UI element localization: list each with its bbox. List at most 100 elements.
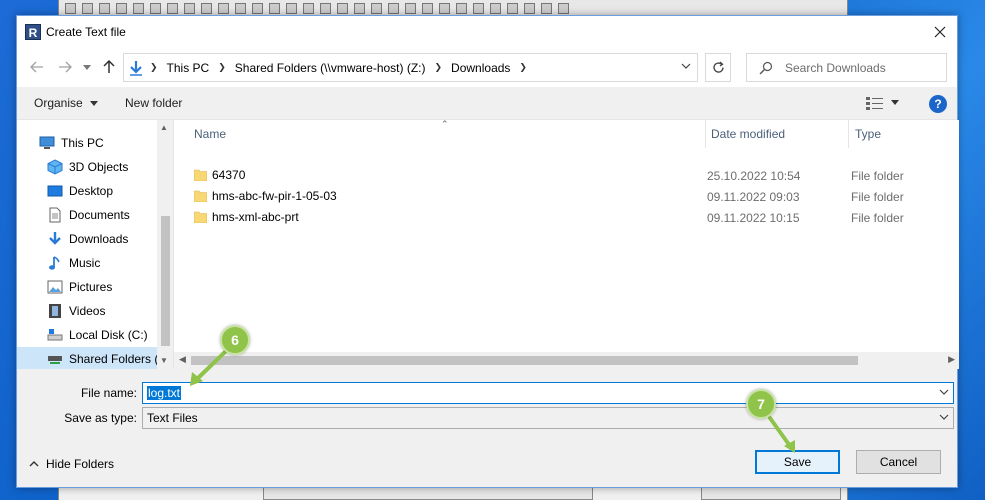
view-options-icon[interactable]	[866, 97, 884, 110]
nav-item-documents[interactable]: Documents	[47, 203, 173, 227]
nav-item-downloads[interactable]: Downloads	[47, 227, 173, 251]
command-bar: Organise New folder	[17, 87, 957, 120]
navigation-bar: ❯ This PC ❯ Shared Folders (\\vmware-host…	[17, 47, 957, 87]
view-dropdown-button[interactable]	[891, 97, 899, 107]
disk-icon	[47, 329, 63, 341]
hide-folders-label: Hide Folders	[46, 457, 115, 471]
download-arrow-icon	[130, 60, 142, 76]
refresh-button[interactable]	[705, 53, 731, 82]
file-name: hms-xml-abc-prt	[212, 210, 299, 224]
organise-label: Organise	[34, 96, 83, 110]
dialog-title: Create Text file	[46, 24, 126, 39]
scrollbar-thumb[interactable]	[161, 216, 170, 346]
create-text-file-dialog: R Create Text file ❯ This PC ❯ Shared Fol…	[16, 15, 959, 488]
file-name-input[interactable]: log.txt	[142, 382, 954, 404]
file-type: File folder	[851, 169, 904, 183]
file-date: 25.10.2022 10:54	[707, 169, 801, 183]
save-as-type-select[interactable]: Text Files	[142, 407, 954, 429]
help-button[interactable]: ?	[929, 95, 947, 113]
forward-button[interactable]	[55, 57, 75, 77]
new-folder-button[interactable]: New folder	[125, 96, 182, 110]
file-date: 09.11.2022 09:03	[707, 190, 800, 204]
scroll-right-icon[interactable]: ▶	[948, 354, 955, 365]
film-icon	[49, 304, 61, 318]
breadcrumb-downloads[interactable]: Downloads ❯	[451, 61, 536, 75]
desktop-icon	[47, 185, 63, 197]
chevron-down-icon	[939, 389, 949, 395]
cancel-button[interactable]: Cancel	[856, 450, 941, 474]
organise-button[interactable]: Organise	[34, 96, 99, 110]
column-header-name[interactable]: Name	[194, 120, 706, 148]
document-icon	[49, 207, 61, 223]
download-arrow-icon	[49, 232, 61, 245]
address-bar[interactable]: ❯ This PC ❯ Shared Folders (\\vmware-host…	[123, 53, 698, 82]
nav-item-desktop[interactable]: Desktop	[47, 179, 173, 203]
chevron-down-icon	[939, 414, 949, 420]
file-date: 09.11.2022 10:15	[707, 211, 800, 225]
network-drive-icon	[48, 356, 62, 364]
search-input[interactable]	[785, 60, 945, 75]
arrow-left-icon	[30, 61, 43, 73]
file-type: File folder	[851, 190, 904, 204]
chevron-up-icon	[29, 461, 39, 467]
music-note-icon	[49, 256, 60, 270]
file-row[interactable]: hms-abc-fw-pir-1-05-03 09.11.2022 09:03 …	[194, 186, 954, 207]
horizontal-scrollbar[interactable]: ◀ ▶	[174, 352, 959, 369]
breadcrumb-separator[interactable]: ❯	[150, 62, 167, 73]
folder-icon	[194, 169, 207, 181]
nav-item-local-disk[interactable]: Local Disk (C:)	[47, 323, 173, 347]
save-button[interactable]: Save	[755, 450, 840, 474]
nav-item-shared-folders[interactable]: Shared Folders (\	[17, 347, 162, 369]
navigation-scrollbar[interactable]: ▲ ▼	[157, 120, 173, 369]
arrow-right-icon	[59, 61, 72, 73]
computer-icon	[39, 136, 55, 149]
navigation-pane: This PC 3D Objects Desktop Documents Dow…	[17, 120, 174, 369]
scroll-up-icon[interactable]: ▲	[160, 123, 168, 132]
breadcrumb-this-pc[interactable]: This PC ❯	[167, 61, 235, 75]
search-box[interactable]	[746, 53, 947, 82]
scrollbar-thumb[interactable]	[191, 356, 858, 365]
file-name-row: File name: log.txt	[17, 382, 959, 404]
file-name-label: File name:	[80, 386, 137, 400]
save-as-type-dropdown-button[interactable]	[939, 412, 949, 423]
recent-locations-button[interactable]	[77, 57, 97, 77]
up-button[interactable]	[99, 57, 119, 77]
nav-item-videos[interactable]: Videos	[47, 299, 173, 323]
chevron-down-icon	[891, 100, 899, 105]
file-name: 64370	[212, 168, 246, 182]
search-icon	[759, 61, 773, 74]
annotation-step-badge-6: 6	[220, 325, 250, 355]
hide-folders-button[interactable]: Hide Folders	[29, 457, 114, 471]
arrow-up-icon	[103, 60, 115, 73]
close-button[interactable]	[923, 16, 957, 47]
save-as-type-label: Save as type:	[64, 411, 137, 425]
folder-icon	[194, 190, 207, 202]
save-as-type-row: Save as type: Text Files	[17, 407, 959, 429]
file-name-dropdown-button[interactable]	[939, 387, 949, 398]
file-row[interactable]: hms-xml-abc-prt 09.11.2022 10:15 File fo…	[194, 207, 954, 228]
address-dropdown-button[interactable]	[681, 61, 691, 72]
scroll-down-icon[interactable]: ▼	[160, 356, 168, 365]
column-header-type[interactable]: Type	[855, 120, 959, 148]
nav-item-3d-objects[interactable]: 3D Objects	[47, 155, 173, 179]
chevron-down-icon	[90, 101, 99, 107]
close-icon	[934, 26, 946, 37]
dialog-titlebar: R Create Text file	[17, 16, 957, 47]
app-icon: R	[25, 23, 41, 40]
file-name: hms-abc-fw-pir-1-05-03	[212, 189, 337, 203]
column-header-date-modified[interactable]: Date modified	[711, 120, 849, 148]
nav-item-music[interactable]: Music	[47, 251, 173, 275]
nav-item-this-pc[interactable]: This PC	[39, 131, 173, 155]
scroll-left-icon[interactable]: ◀	[179, 354, 186, 365]
chevron-down-icon	[83, 64, 91, 70]
breadcrumb-shared-folders[interactable]: Shared Folders (\\vmware-host) (Z:) ❯	[235, 61, 451, 75]
file-row[interactable]: 64370 25.10.2022 10:54 File folder	[194, 165, 954, 186]
folder-icon	[194, 211, 207, 223]
save-as-type-value: Text Files	[147, 411, 198, 425]
nav-item-pictures[interactable]: Pictures	[47, 275, 173, 299]
cube-icon	[47, 159, 63, 175]
back-button[interactable]	[27, 57, 47, 77]
annotation-step-badge-7: 7	[746, 389, 776, 419]
file-name-value: log.txt	[147, 386, 182, 400]
file-type: File folder	[851, 211, 904, 225]
